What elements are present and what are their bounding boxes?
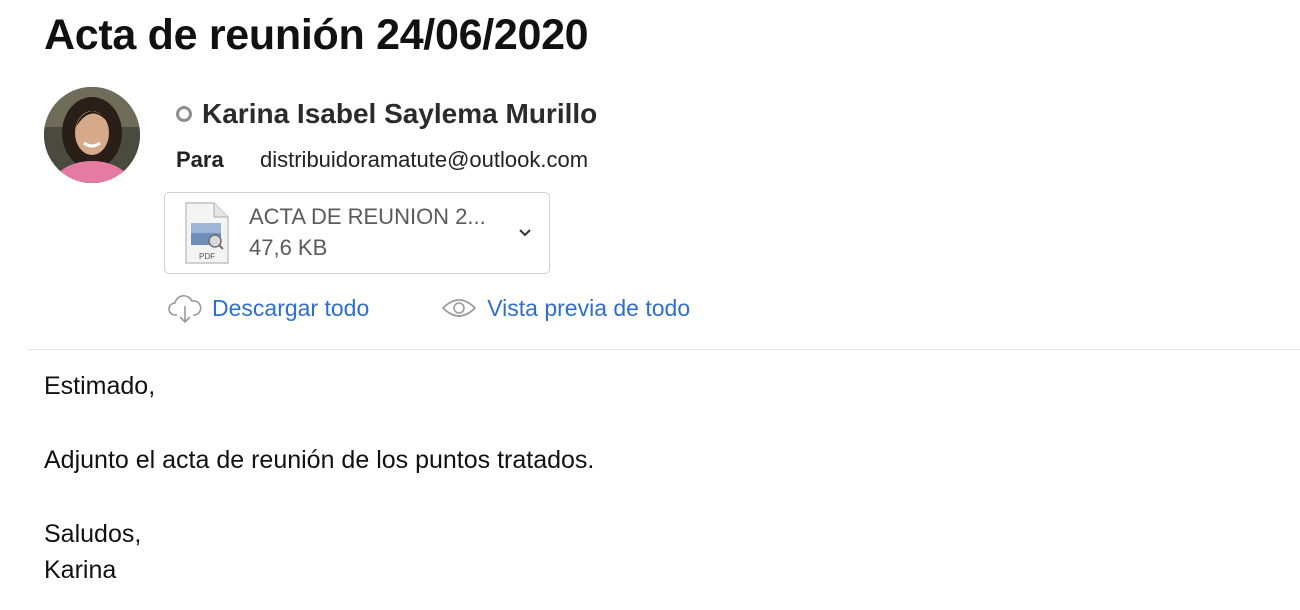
- recipient-row: Para distribuidoramatute@outlook.com: [176, 147, 588, 173]
- avatar-photo: [44, 87, 140, 183]
- chevron-down-icon[interactable]: [505, 228, 545, 238]
- recipient-address[interactable]: distribuidoramatute@outlook.com: [260, 147, 588, 173]
- preview-all-button[interactable]: Vista previa de todo: [441, 295, 690, 322]
- to-label: Para: [176, 147, 224, 172]
- body-greeting: Estimado,: [44, 372, 156, 400]
- body-closing: Saludos,: [44, 520, 142, 548]
- sender-name[interactable]: Karina Isabel Saylema Murillo: [202, 98, 597, 130]
- attachment-size: 47,6 KB: [249, 235, 328, 260]
- presence-status-icon: [176, 106, 192, 122]
- attachment-card[interactable]: PDF ACTA DE REUNION 2... 47,6 KB: [164, 192, 550, 274]
- eye-icon: [442, 299, 477, 317]
- cloud-download-icon: [168, 295, 202, 324]
- preview-all-label: Vista previa de todo: [487, 294, 691, 321]
- pdf-badge-text: PDF: [199, 252, 215, 261]
- attachment-actions: Descargar todo Vista previa de todo: [168, 291, 690, 325]
- download-all-button[interactable]: Descargar todo: [168, 291, 369, 325]
- body-signature: Karina: [44, 556, 117, 584]
- sender-avatar[interactable]: [44, 87, 140, 183]
- body-line: Adjunto el acta de reunión de los puntos…: [44, 446, 595, 474]
- header-divider: [28, 349, 1300, 350]
- sender-row: Karina Isabel Saylema Murillo: [176, 96, 597, 132]
- message-body: Estimado, Adjunto el acta de reunión de …: [44, 368, 594, 588]
- attachment-name: ACTA DE REUNION 2...: [249, 204, 486, 229]
- pdf-file-icon: PDF: [182, 201, 230, 265]
- download-all-label: Descargar todo: [212, 294, 370, 321]
- message-subject: Acta de reunión 24/06/2020: [44, 11, 589, 59]
